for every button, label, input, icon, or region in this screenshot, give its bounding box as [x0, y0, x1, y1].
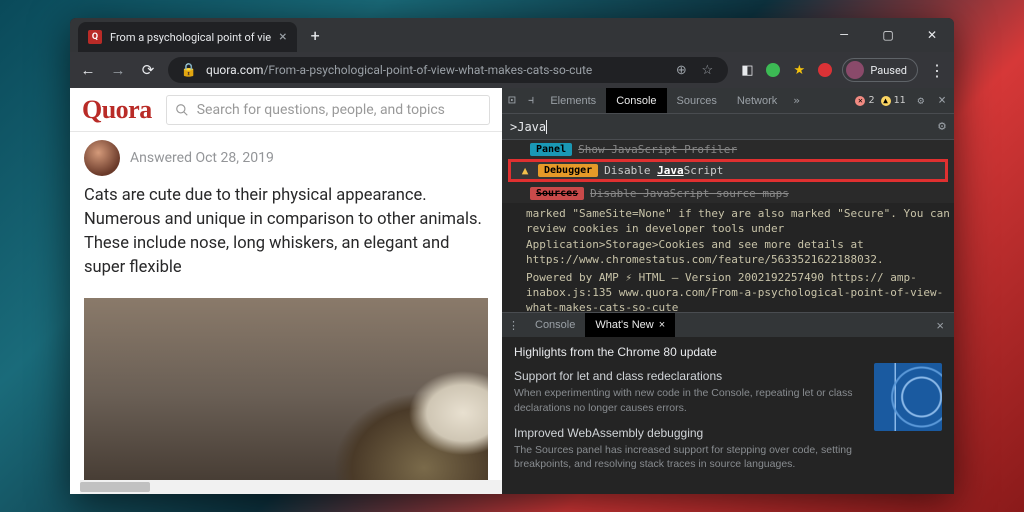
profile-paused[interactable]: Paused — [842, 58, 918, 82]
devtools-close-icon[interactable]: × — [930, 93, 954, 108]
warning-badge[interactable]: ▲11 — [881, 95, 906, 106]
url-text: quora.com/From-a-psychological-point-of-… — [206, 63, 592, 77]
drawer-close-icon[interactable]: × — [926, 318, 954, 333]
console-line: marked "SameSite=None" if they are also … — [506, 205, 950, 269]
drawer-tab-console[interactable]: Console — [525, 313, 585, 337]
devtools-panel: ⊡ ⫞ Elements Console Sources Network » ✕… — [502, 88, 954, 494]
command-result[interactable]: Panel Show JavaScript Profiler — [502, 140, 954, 159]
paused-label: Paused — [870, 64, 907, 77]
whatsnew-artwork — [874, 363, 942, 431]
answered-date: Answered Oct 28, 2019 — [130, 150, 274, 166]
drawer-tabs: ⋮ Console What's New× × — [502, 313, 954, 337]
gear-icon[interactable]: ⚙ — [912, 94, 931, 107]
command-settings-icon[interactable]: ⚙ — [938, 119, 946, 134]
command-result[interactable]: Sources Disable JavaScript source maps — [502, 184, 954, 203]
search-engine-icon[interactable]: ⊕ — [672, 61, 690, 79]
warning-icon: ▲ — [518, 164, 532, 177]
address-bar: ← → ⟳ 🔒 quora.com/From-a-psychological-p… — [70, 52, 954, 88]
quora-favicon: Q — [88, 30, 102, 44]
tab-sources[interactable]: Sources — [667, 88, 727, 113]
tab-close-icon[interactable]: × — [279, 29, 286, 45]
command-input[interactable]: >Java — [510, 120, 932, 134]
tab-console[interactable]: Console — [606, 88, 666, 113]
bookmark-icon[interactable]: ☆ — [698, 61, 716, 79]
status-badges: ✕2 ▲11 — [855, 95, 911, 106]
result-category: Sources — [530, 187, 584, 200]
content-area: Quora Search for questions, people, and … — [70, 88, 954, 494]
cat-image — [268, 314, 488, 494]
back-button[interactable]: ← — [78, 61, 98, 79]
quora-header: Quora Search for questions, people, and … — [70, 88, 502, 132]
avatar — [846, 61, 864, 79]
drawer-tab-whatsnew[interactable]: What's New× — [585, 313, 675, 337]
new-tab-button[interactable]: + — [311, 26, 320, 45]
kebab-menu-icon[interactable]: ⋮ — [928, 61, 946, 80]
webpage: Quora Search for questions, people, and … — [70, 88, 502, 494]
window-controls: — ▢ ✕ — [822, 18, 954, 52]
minimize-button[interactable]: — — [822, 18, 866, 52]
result-category: Debugger — [538, 164, 598, 177]
close-button[interactable]: ✕ — [910, 18, 954, 52]
extensions: ◧ ★ — [738, 61, 832, 79]
answer-image — [84, 298, 488, 494]
scrollbar-thumb[interactable] — [80, 482, 150, 492]
devtools-tabs: ⊡ ⫞ Elements Console Sources Network » ✕… — [502, 88, 954, 114]
close-icon[interactable]: × — [659, 319, 665, 331]
result-text: Disable JavaScript — [604, 164, 723, 177]
command-result-highlighted[interactable]: ▲ Debugger Disable JavaScript — [510, 161, 946, 180]
url-box[interactable]: 🔒 quora.com/From-a-psychological-point-o… — [168, 57, 728, 83]
console-line: Powered by AMP ⚡ HTML – Version 20021922… — [506, 269, 950, 313]
tab-network[interactable]: Network — [727, 88, 787, 113]
browser-tab[interactable]: Q From a psychological point of vie × — [78, 22, 297, 52]
search-input[interactable]: Search for questions, people, and topics — [166, 95, 490, 125]
search-placeholder: Search for questions, people, and topics — [197, 102, 445, 118]
search-icon — [175, 103, 189, 117]
drawer-menu-icon[interactable]: ⋮ — [502, 319, 525, 332]
drawer-section: Support for let and class redeclarations… — [514, 369, 860, 415]
drawer-headline: Highlights from the Chrome 80 update — [514, 345, 860, 359]
extension-icon[interactable] — [818, 63, 832, 77]
command-results: Panel Show JavaScript Profiler ▲ Debugge… — [502, 140, 954, 203]
device-toggle-icon[interactable]: ⫞ — [522, 93, 541, 108]
avatar[interactable] — [84, 140, 120, 176]
result-text: Show JavaScript Profiler — [578, 143, 737, 156]
reload-button[interactable]: ⟳ — [138, 61, 158, 79]
more-tabs-icon[interactable]: » — [787, 94, 806, 107]
tab-elements[interactable]: Elements — [540, 88, 606, 113]
result-category: Panel — [530, 143, 572, 156]
answer-body: Cats are cute due to their physical appe… — [70, 182, 502, 292]
drawer-body: Highlights from the Chrome 80 update Sup… — [502, 337, 954, 494]
devtools-drawer: ⋮ Console What's New× × Highlights from … — [502, 312, 954, 494]
forward-button[interactable]: → — [108, 61, 128, 79]
maximize-button[interactable]: ▢ — [866, 18, 910, 52]
console-output: marked "SameSite=None" if they are also … — [502, 203, 954, 312]
extension-icon[interactable] — [766, 63, 780, 77]
browser-window: Q From a psychological point of vie × + … — [70, 18, 954, 494]
error-badge[interactable]: ✕2 — [855, 95, 874, 106]
titlebar: Q From a psychological point of vie × + … — [70, 18, 954, 52]
answer-meta: Answered Oct 28, 2019 — [70, 132, 502, 182]
command-menu[interactable]: >Java ⚙ — [502, 114, 954, 140]
tab-title: From a psychological point of vie — [110, 31, 271, 44]
lock-icon: 🔒 — [180, 61, 198, 79]
drawer-section: Improved WebAssembly debugging The Sourc… — [514, 426, 860, 472]
inspect-icon[interactable]: ⊡ — [502, 93, 522, 108]
horizontal-scrollbar[interactable] — [80, 480, 502, 494]
result-text: Disable JavaScript source maps — [590, 187, 789, 200]
bookmark-star-icon[interactable]: ★ — [790, 61, 808, 79]
quora-logo[interactable]: Quora — [82, 95, 152, 125]
extension-icon[interactable]: ◧ — [738, 61, 756, 79]
